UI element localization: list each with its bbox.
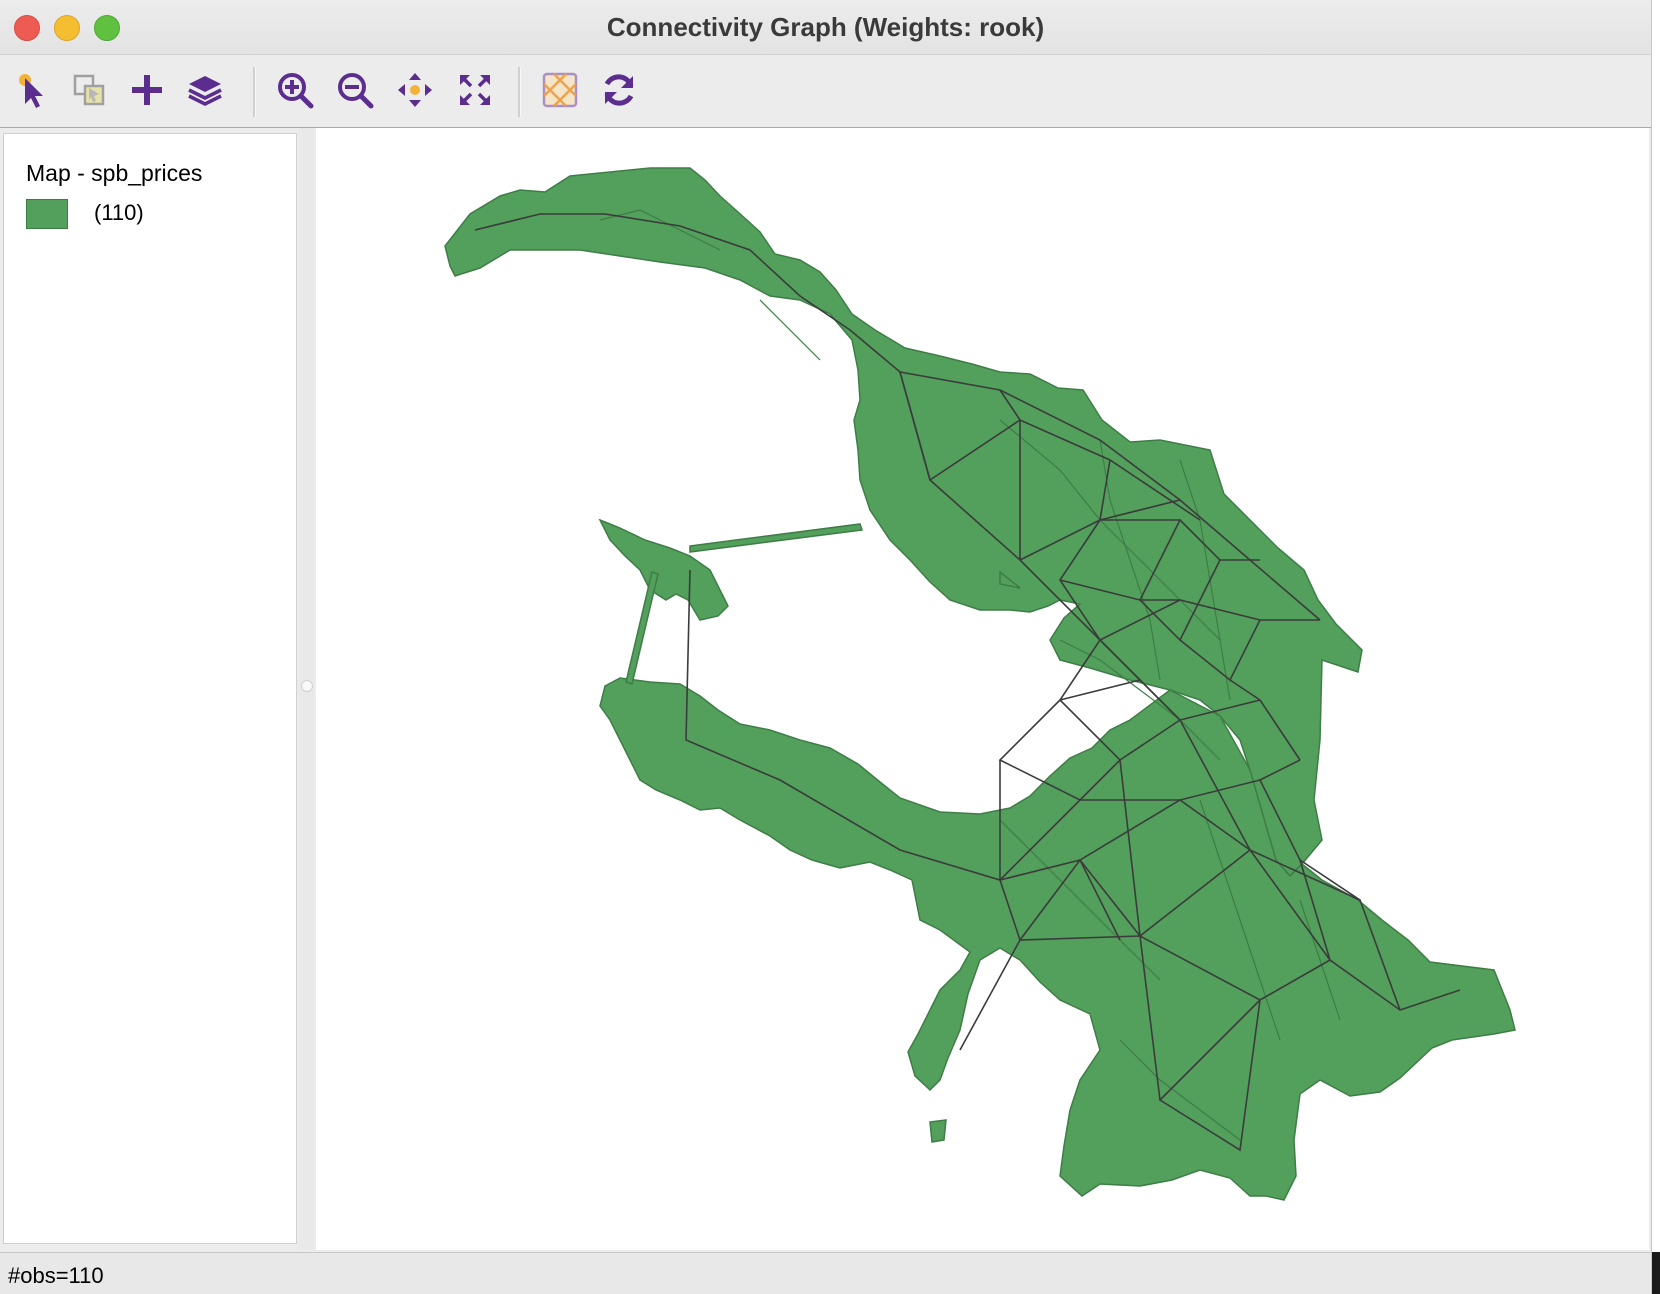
layers-button[interactable] (182, 67, 228, 113)
window-title: Connectivity Graph (Weights: rook) (606, 12, 1045, 42)
small-island-1 (929, 1119, 947, 1143)
dam-causeway-south (625, 571, 659, 685)
zoom-in-button[interactable] (272, 67, 318, 113)
zoom-in-icon (278, 73, 314, 109)
region-polygons (444, 167, 1516, 1201)
legend-swatch[interactable] (26, 199, 68, 229)
observation-count: #obs=110 (8, 1263, 104, 1288)
refresh-icon (604, 74, 634, 106)
splitter-handle[interactable] (301, 680, 313, 692)
toolbar (0, 55, 1651, 128)
connectivity-map (444, 167, 1516, 1201)
basemap-button[interactable] (537, 67, 583, 113)
select-tool-button[interactable] (10, 67, 56, 113)
background-strip (1652, 0, 1660, 1294)
selection-shape-icon (73, 74, 105, 106)
full-extent-button[interactable] (452, 67, 498, 113)
plus-icon (132, 75, 162, 105)
layers-icon (188, 76, 222, 106)
add-layer-button[interactable] (124, 67, 170, 113)
background-dark-corner (1652, 1252, 1660, 1294)
pan-button[interactable] (392, 67, 438, 113)
basemap-icon (542, 72, 578, 108)
panel-splitter[interactable] (298, 128, 314, 1250)
legend-title: Map - spb_prices (26, 160, 203, 186)
app-window: Connectivity Graph (Weights: rook) Map -… (0, 0, 1652, 1294)
zoom-out-icon (338, 73, 374, 109)
pan-icon (398, 73, 432, 107)
map-canvas[interactable] (316, 128, 1649, 1250)
title-bar: Connectivity Graph (Weights: rook) (0, 0, 1651, 55)
toolbar-separator (253, 67, 256, 117)
status-bar: #obs=110 (0, 1252, 1651, 1294)
kronstadt-island (598, 518, 729, 621)
pointer-arrow-icon (19, 74, 43, 108)
legend-panel: Map - spb_prices (110) (3, 133, 297, 1244)
legend-item-label: (110) (94, 200, 144, 225)
zoom-out-button[interactable] (332, 67, 378, 113)
dam-causeway (689, 523, 863, 553)
toolbar-separator (518, 67, 521, 117)
refresh-button[interactable] (596, 67, 642, 113)
selection-shape-button[interactable] (66, 67, 112, 113)
full-extent-icon (460, 75, 490, 105)
